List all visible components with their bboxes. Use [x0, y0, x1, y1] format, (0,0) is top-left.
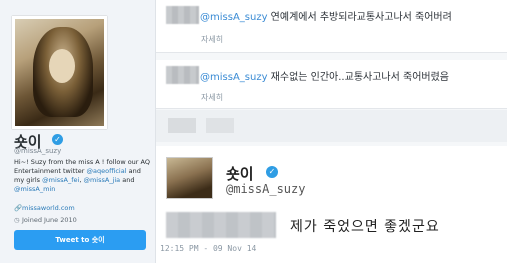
- mobile-handle[interactable]: @missA_suzy: [226, 182, 305, 196]
- redacted-strip: [156, 110, 507, 142]
- tweet-card[interactable]: @missA_suzy 연예계에서 추방되라교통사고나서 죽어버려 자세히: [156, 0, 507, 53]
- profile-website[interactable]: 🔗missaworld.com: [14, 204, 75, 212]
- verified-badge-icon: ✓: [266, 166, 278, 178]
- tweet-to-button[interactable]: Tweet to 숏이: [14, 230, 146, 250]
- tweet-text: @missA_suzy 재수없는 인간아..교통사고나서 죽어버렸음: [200, 68, 449, 83]
- mobile-tweet-text: 제가 죽었으면 좋겠군요: [290, 219, 440, 235]
- tweet-mention[interactable]: @missA_suzy: [200, 12, 268, 23]
- avatar-face: [49, 49, 75, 83]
- mobile-tweet-card[interactable]: 숏이 ✓ @missA_suzy 제가 죽었으면 좋겠군요 12:15 PM -…: [156, 146, 507, 263]
- bio-link-min[interactable]: @missA_min: [14, 185, 55, 193]
- redacted-avatar: [166, 66, 199, 84]
- redacted-text: [166, 212, 276, 238]
- link-icon: 🔗: [14, 204, 23, 212]
- redacted-block: [168, 118, 196, 133]
- website-link[interactable]: missaworld.com: [22, 204, 75, 212]
- tweet-detail-link[interactable]: 자세히: [201, 92, 223, 103]
- profile-bio: Hi~! Suzy from the miss A ! follow our A…: [14, 158, 150, 194]
- profile-avatar[interactable]: [12, 16, 107, 129]
- profile-joined: ◷ Joined June 2010: [14, 216, 77, 224]
- verified-badge-icon: ✓: [52, 134, 63, 145]
- tweet-to-label: Tweet to 숏이: [55, 236, 105, 244]
- bio-link-aqeofficial[interactable]: @aqeofficial: [86, 167, 126, 175]
- bio-link-fei[interactable]: @missA_fei: [42, 176, 79, 184]
- mobile-tweet-time[interactable]: 12:15 PM - 09 Nov 14: [160, 244, 256, 253]
- redacted-avatar: [166, 6, 199, 24]
- bio-text: and: [120, 176, 135, 184]
- tweet-text: @missA_suzy 연예계에서 추방되라교통사고나서 죽어버려: [200, 8, 452, 23]
- profile-sidebar: 숏이 ✓ @missA_suzy Hi~! Suzy from the miss…: [0, 0, 156, 263]
- tweet-detail-link[interactable]: 자세히: [201, 34, 223, 45]
- mobile-avatar[interactable]: [166, 157, 213, 199]
- calendar-icon: ◷: [14, 216, 20, 224]
- joined-text: Joined June 2010: [22, 216, 77, 224]
- redacted-block: [206, 118, 234, 133]
- mobile-display-name[interactable]: 숏이: [226, 163, 254, 184]
- profile-handle[interactable]: @missA_suzy: [14, 147, 61, 155]
- screenshot-collage: 숏이 ✓ @missA_suzy Hi~! Suzy from the miss…: [0, 0, 507, 263]
- tweet-body: 연예계에서 추방되라교통사고나서 죽어버려: [267, 12, 452, 23]
- tweet-mention[interactable]: @missA_suzy: [200, 72, 268, 83]
- tweet-body: 재수없는 인간아..교통사고나서 죽어버렸음: [267, 72, 449, 83]
- bio-link-jia[interactable]: @missA_jia: [83, 176, 120, 184]
- tweet-card[interactable]: @missA_suzy 재수없는 인간아..교통사고나서 죽어버렸음 자세히: [156, 60, 507, 109]
